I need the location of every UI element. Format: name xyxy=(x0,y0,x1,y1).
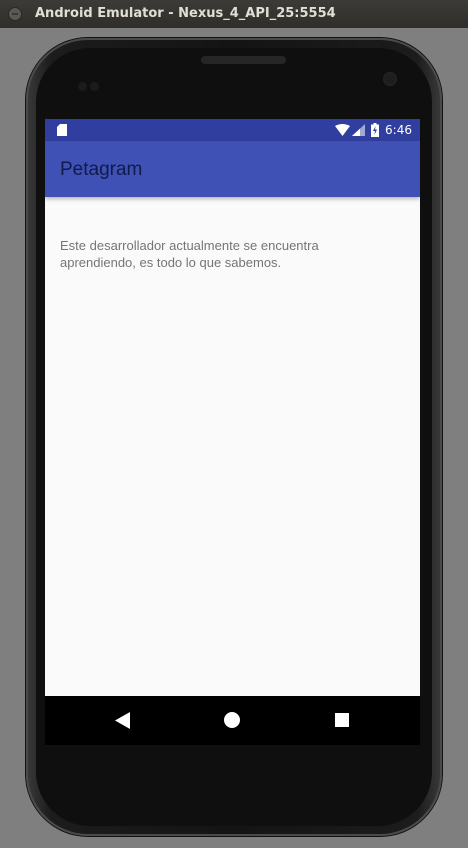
window-titlebar: Android Emulator - Nexus_4_API_25:5554 xyxy=(0,0,468,28)
status-bar[interactable]: 6:46 xyxy=(45,119,420,141)
battery-charging-icon xyxy=(371,123,380,137)
developer-message: Este desarrollador actualmente se encuen… xyxy=(60,238,319,270)
window-title: Android Emulator - Nexus_4_API_25:5554 xyxy=(35,6,336,21)
wifi-icon xyxy=(335,124,351,136)
status-clock: 6:46 xyxy=(385,123,412,137)
back-button[interactable] xyxy=(115,712,130,729)
home-button[interactable] xyxy=(224,712,240,728)
status-icons: 6:46 xyxy=(335,122,412,138)
window-close-button[interactable] xyxy=(8,7,22,21)
recents-button[interactable] xyxy=(335,713,349,727)
app-toolbar: Petagram xyxy=(45,141,420,197)
device-screen[interactable]: 6:46 Petagram Este desarrollador actualm… xyxy=(45,119,420,745)
proximity-sensor xyxy=(78,76,102,91)
earpiece-speaker xyxy=(201,56,286,64)
cellular-signal-icon xyxy=(352,124,366,136)
app-title: Petagram xyxy=(60,159,143,180)
sd-card-icon xyxy=(57,124,67,136)
front-camera xyxy=(383,72,397,86)
navigation-bar xyxy=(45,696,420,745)
